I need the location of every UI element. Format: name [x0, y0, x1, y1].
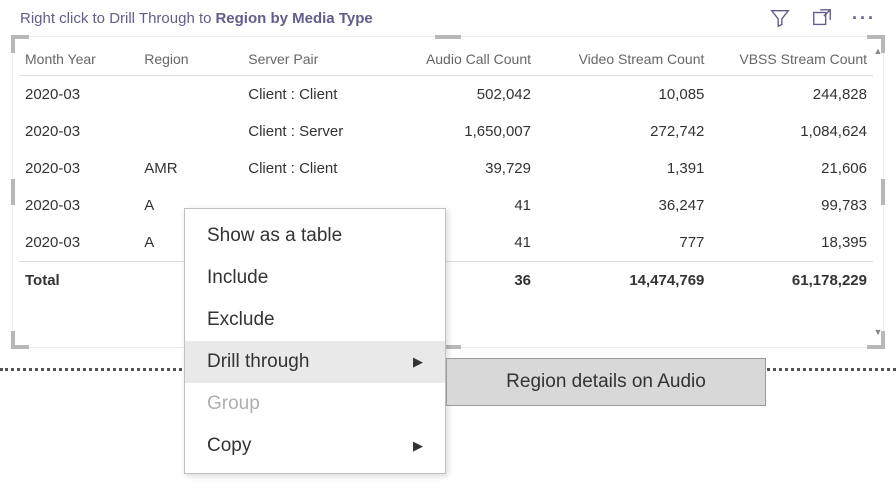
table-row[interactable]: 2020-03A4177718,395 [19, 224, 873, 262]
cell-vbss: 244,828 [710, 76, 873, 114]
cell-audio: 502,042 [394, 76, 537, 114]
table-row[interactable]: 2020-03AMRClient : Client39,7291,39121,6… [19, 150, 873, 187]
menu-drill-through[interactable]: Drill through ▶ [185, 341, 445, 383]
menu-label: Exclude [207, 309, 275, 331]
header-row: Month Year Region Server Pair Audio Call… [19, 47, 873, 76]
cell-region [138, 113, 242, 150]
submenu-label: Region details on Audio [506, 371, 706, 392]
cell-month: 2020-03 [19, 187, 138, 224]
scroll-down-icon[interactable]: ▼ [874, 328, 883, 337]
cell-pair: Client : Server [242, 113, 394, 150]
cell-audio: 1,650,007 [394, 113, 537, 150]
cell-region [138, 76, 242, 114]
total-row: Total 36 14,474,769 61,178,229 [19, 262, 873, 300]
menu-label: Include [207, 267, 268, 289]
resize-handle-right[interactable] [881, 179, 885, 205]
cell-month: 2020-03 [19, 76, 138, 114]
chevron-right-icon: ▶ [413, 354, 423, 370]
matrix-visual: Month Year Region Server Pair Audio Call… [12, 36, 884, 348]
resize-handle-left[interactable] [11, 179, 15, 205]
scroll-up-icon[interactable]: ▲ [874, 47, 883, 56]
focus-mode-icon[interactable] [810, 6, 834, 30]
col-pair[interactable]: Server Pair [242, 47, 394, 76]
chevron-right-icon: ▶ [413, 438, 423, 454]
menu-label: Show as a table [207, 225, 342, 247]
table-row[interactable]: 2020-03 Client : Server1,650,007272,7421,… [19, 113, 873, 150]
total-video: 14,474,769 [537, 262, 710, 300]
cell-vbss: 18,395 [710, 224, 873, 262]
cell-video: 1,391 [537, 150, 710, 187]
col-vbss[interactable]: VBSS Stream Count [710, 47, 873, 76]
menu-label: Group [207, 393, 260, 415]
menu-label: Copy [207, 435, 251, 457]
cell-vbss: 99,783 [710, 187, 873, 224]
menu-exclude[interactable]: Exclude [185, 299, 445, 341]
table-row[interactable]: 2020-03A4136,24799,783 [19, 187, 873, 224]
cell-vbss: 21,606 [710, 150, 873, 187]
cell-vbss: 1,084,624 [710, 113, 873, 150]
menu-label: Drill through [207, 351, 309, 373]
data-table[interactable]: Month Year Region Server Pair Audio Call… [19, 47, 873, 299]
cell-video: 10,085 [537, 76, 710, 114]
submenu-region-audio[interactable]: Region details on Audio [447, 365, 765, 399]
hint-prefix: Right click to Drill Through to [20, 10, 211, 27]
cell-video: 777 [537, 224, 710, 262]
menu-copy[interactable]: Copy ▶ [185, 425, 445, 467]
vertical-scrollbar[interactable]: ▲ ▼ [875, 47, 881, 337]
col-video[interactable]: Video Stream Count [537, 47, 710, 76]
resize-handle-top[interactable] [435, 35, 461, 39]
cell-month: 2020-03 [19, 113, 138, 150]
cell-month: 2020-03 [19, 224, 138, 262]
filter-icon[interactable] [768, 6, 792, 30]
more-options-icon[interactable]: ··· [852, 6, 876, 30]
cell-audio: 39,729 [394, 150, 537, 187]
context-menu: Show as a table Include Exclude Drill th… [184, 208, 446, 474]
table-row[interactable]: 2020-03 Client : Client502,04210,085244,8… [19, 76, 873, 114]
col-region[interactable]: Region [138, 47, 242, 76]
cell-pair: Client : Client [242, 150, 394, 187]
menu-group: Group [185, 383, 445, 425]
total-vbss: 61,178,229 [710, 262, 873, 300]
cell-video: 272,742 [537, 113, 710, 150]
visual-hint-bar: Right click to Drill Through to Region b… [0, 0, 896, 32]
cell-month: 2020-03 [19, 150, 138, 187]
cell-video: 36,247 [537, 187, 710, 224]
drill-through-submenu: Region details on Audio [446, 358, 766, 406]
total-label: Total [19, 262, 138, 300]
col-audio[interactable]: Audio Call Count [394, 47, 537, 76]
cell-pair: Client : Client [242, 76, 394, 114]
col-month[interactable]: Month Year [19, 47, 138, 76]
menu-show-as-table[interactable]: Show as a table [185, 215, 445, 257]
menu-include[interactable]: Include [185, 257, 445, 299]
hint-target: Region by Media Type [215, 10, 372, 27]
cell-region: AMR [138, 150, 242, 187]
